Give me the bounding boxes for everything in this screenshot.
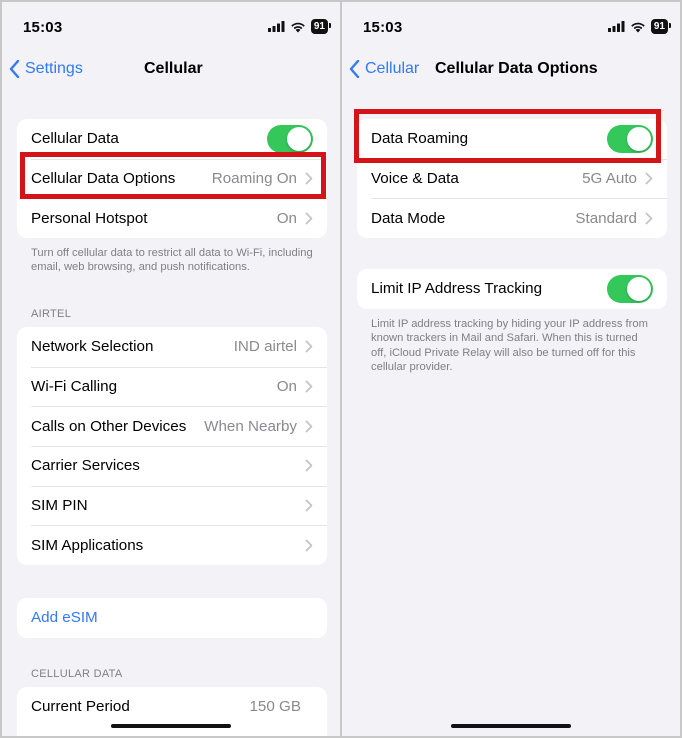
calls-other-devices-row[interactable]: Calls on Other Devices When Nearby [17,406,327,446]
status-bar: 15:03 91 [342,2,680,46]
cellular-data-toggle[interactable] [267,124,313,153]
list-item-label: SIM Applications [31,536,144,554]
data-options-group: Data Roaming Voice & Data 5G Auto Data M… [357,119,667,239]
status-icons: 91 [607,19,672,34]
voice-data-value: 5G Auto [582,170,637,188]
chevron-right-icon [305,212,313,225]
current-period-label: Current Period [31,698,130,716]
list-item-value: IND airtel [233,338,297,356]
battery-icon: 91 [650,19,672,34]
limit-ip-footer: Limit IP address tracking by hiding your… [371,318,648,374]
cellular-data-footer: Turn off cellular data to restrict all d… [31,247,313,274]
page-title: Cellular Data Options [435,60,598,77]
chevron-right-icon [305,539,313,552]
list-item-value: When Nearby [204,417,297,435]
esim-group: Add eSIM [17,598,327,638]
voice-data-row[interactable]: Voice & Data 5G Auto [357,158,667,199]
back-label: Cellular [365,60,420,77]
limit-ip-toggle[interactable] [607,274,653,303]
add-esim-button[interactable]: Add eSIM [17,598,327,638]
cellular-data-header: CELLULAR DATA [31,668,123,680]
signal-icon [267,21,285,32]
personal-hotspot-label: Personal Hotspot [31,209,148,227]
status-time: 15:03 [363,19,403,36]
chevron-right-icon [645,212,653,225]
cellular-data-row: Cellular Data [17,119,327,159]
carrier-services-row[interactable]: Carrier Services [17,446,327,486]
current-period-value: 150 GB [249,698,301,716]
back-label: Settings [25,60,83,77]
data-roaming-row: Data Roaming [357,119,667,159]
voice-data-label: Voice & Data [371,170,459,188]
list-item-label: Calls on Other Devices [31,417,187,435]
limit-ip-label: Limit IP Address Tracking [371,280,543,298]
current-period-row: Current Period 150 GB [17,687,327,727]
nav-bar: Settings Cellular [2,56,340,82]
chevron-right-icon [305,499,313,512]
chevron-right-icon [305,172,313,185]
sim-pin-row[interactable]: SIM PIN [17,485,327,526]
data-mode-value: Standard [575,209,637,227]
wifi-calling-row[interactable]: Wi-Fi Calling On [17,366,327,407]
network-selection-row[interactable]: Network Selection IND airtel [17,327,327,367]
cellular-data-options-row[interactable]: Cellular Data Options Roaming On [17,158,327,199]
chevron-right-icon [305,460,313,472]
chevron-right-icon [645,172,653,185]
wifi-icon [291,22,305,32]
list-item-label: Network Selection [31,338,154,356]
airtel-group: Network Selection IND airtel Wi-Fi Calli… [17,327,327,566]
data-mode-label: Data Mode [371,209,446,227]
status-time: 15:03 [23,19,63,36]
limit-ip-group: Limit IP Address Tracking [357,269,667,309]
cellular-data-options-screen: 15:03 91 Cellular Cellular Data Options … [342,2,680,736]
home-indicator[interactable] [111,724,231,728]
list-item-label: Carrier Services [31,457,140,475]
back-button[interactable]: Cellular [349,56,419,82]
sim-applications-row[interactable]: SIM Applications [17,525,327,565]
limit-ip-row: Limit IP Address Tracking [357,269,667,309]
list-item-label: SIM PIN [31,497,88,515]
cellular-data-options-value: Roaming On [211,170,297,188]
page-title: Cellular [144,60,203,77]
cellular-screen: 15:03 91 Settings Cellular Cellular Data… [2,2,340,736]
chevron-right-icon [305,420,313,433]
signal-icon [607,21,625,32]
data-mode-row[interactable]: Data Mode Standard [357,198,667,238]
list-item-value: On [276,378,297,396]
cellular-data-label: Cellular Data [31,130,119,148]
status-icons: 91 [267,19,332,34]
list-item-label: Wi-Fi Calling [31,378,118,396]
home-indicator[interactable] [451,724,571,728]
back-button[interactable]: Settings [9,56,83,82]
data-roaming-label: Data Roaming [371,130,469,148]
cellular-data-group: Cellular Data Cellular Data Options Roam… [17,119,327,239]
chevron-right-icon [305,340,313,353]
status-bar: 15:03 91 [2,2,340,46]
personal-hotspot-value: On [276,209,297,227]
cellular-data-options-label: Cellular Data Options [31,170,176,188]
chevron-left-icon [349,60,360,78]
chevron-left-icon [9,60,20,78]
airtel-header: AIRTEL [31,308,72,320]
wifi-icon [631,22,645,32]
add-esim-label: Add eSIM [31,609,98,627]
usage-group: Current Period 150 GB [17,687,327,736]
nav-bar: Cellular Cellular Data Options [342,56,680,82]
data-roaming-toggle[interactable] [607,124,653,153]
chevron-right-icon [305,380,313,393]
battery-icon: 91 [310,19,332,34]
personal-hotspot-row[interactable]: Personal Hotspot On [17,198,327,238]
